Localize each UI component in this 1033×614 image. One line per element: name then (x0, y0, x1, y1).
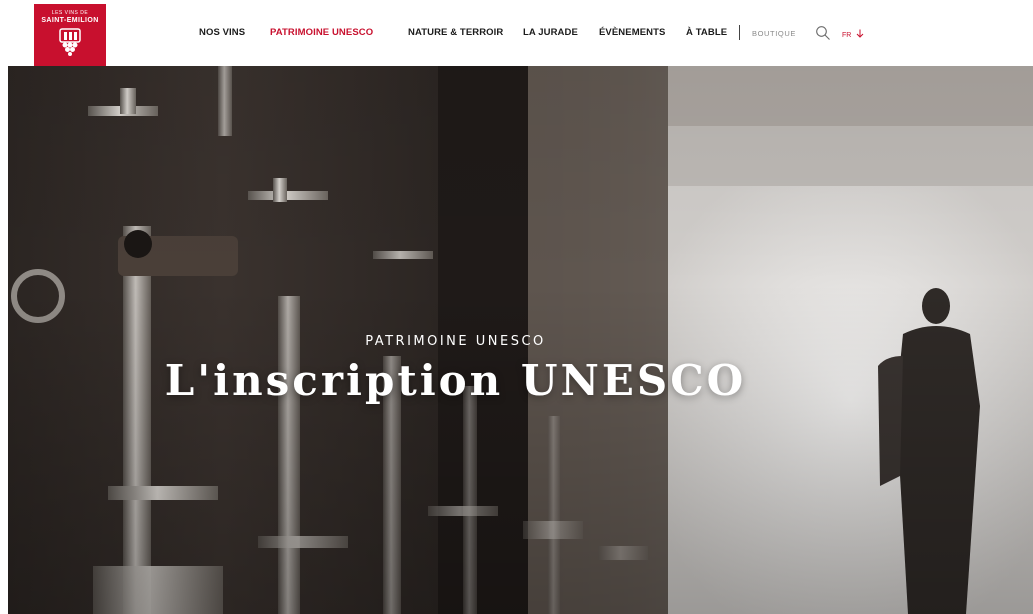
nav-divider (739, 25, 740, 40)
nav-item-patrimoine-unesco[interactable]: PATRIMOINE UNESCO (270, 27, 373, 38)
grape-emblem-icon (59, 28, 81, 56)
language-selector[interactable]: FR (842, 29, 864, 39)
hero-kicker: PATRIMOINE UNESCO (365, 334, 546, 349)
hero-banner: PATRIMOINE UNESCO L'inscription UNESCO (8, 66, 1033, 614)
nav-item-nature-terroir[interactable]: NATURE & TERROIR (408, 27, 503, 38)
nav-item-la-jurade[interactable]: LA JURADE (523, 27, 578, 38)
search-icon (816, 26, 830, 40)
search-button[interactable] (815, 25, 831, 41)
site-logo[interactable]: LES VINS DE SAINT-EMILION (34, 4, 106, 66)
logo-main-text: SAINT-EMILION (41, 17, 99, 24)
nav-item-nos-vins[interactable]: NOS VINS (199, 27, 245, 38)
nav-item-evenements[interactable]: ÉVÈNEMENTS (599, 27, 665, 38)
hero-title: L'inscription UNESCO (164, 356, 747, 405)
arrow-down-icon (856, 29, 864, 38)
site-header: LES VINS DE SAINT-EMILION NOS VINS PATRI… (0, 0, 1033, 66)
shop-link[interactable]: BOUTIQUE (752, 29, 796, 38)
language-code: FR (842, 32, 852, 39)
nav-item-a-table[interactable]: À TABLE (686, 27, 727, 38)
